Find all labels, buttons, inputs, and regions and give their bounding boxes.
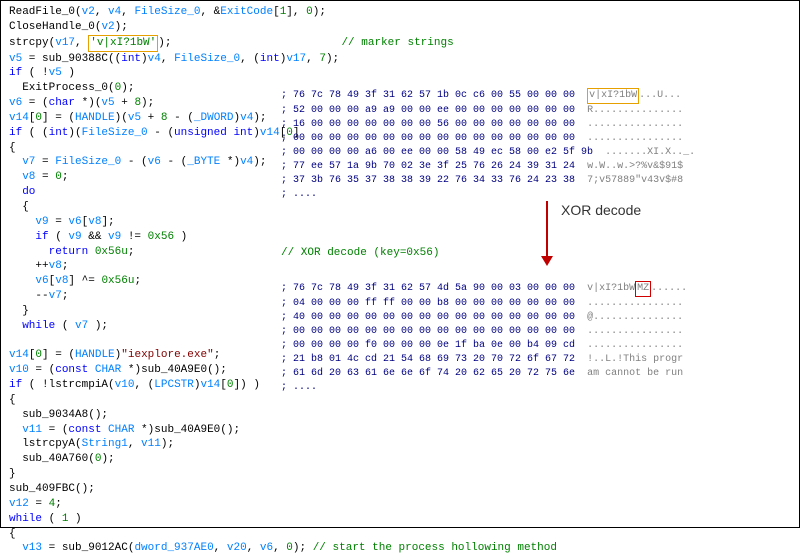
code-line: sub_409FBC(); xyxy=(9,482,791,497)
code-line: { xyxy=(9,393,791,408)
comment-hollowing: // start the process hollowing method xyxy=(306,542,557,554)
code-line: while ( 1 ) xyxy=(9,512,791,527)
marker-string-box: 'v|xI?1bW' xyxy=(88,35,158,52)
marker-hex-box: v|xI?1bW xyxy=(587,88,639,104)
arrow-icon xyxy=(546,201,553,266)
code-line: v11 = (const CHAR *)sub_40A9E0(); xyxy=(9,423,791,438)
hex-dump-after: ; 76 7c 78 49 3f 31 62 57 4d 5a 90 00 03… xyxy=(281,281,687,395)
annotation-xor: XOR decode xyxy=(561,201,641,220)
code-line: ++v8; xyxy=(9,259,791,274)
code-line: lstrcpyA(String1, v11); xyxy=(9,437,791,452)
mz-box: MZ xyxy=(635,281,651,297)
code-line: if ( v9 && v9 != 0x56 ) xyxy=(9,230,791,245)
hex-dump-before: ; 76 7c 78 49 3f 31 62 57 1b 0c c6 00 55… xyxy=(281,88,695,202)
marker-string: 'v|xI?1bW' xyxy=(90,37,156,49)
code-line: strcpy(v17, 'v|xI?1bW');// marker string… xyxy=(9,35,791,52)
code-line: if ( !v5 ) xyxy=(9,66,791,81)
code-line: v12 = 4; xyxy=(9,497,791,512)
code-line: CloseHandle_0(v2); xyxy=(9,20,791,35)
code-line: v5 = sub_90388C((int)v4, FileSize_0, (in… xyxy=(9,52,791,67)
code-line: sub_40A760(0); xyxy=(9,452,791,467)
code-line: v13 = sub_9012AC(dword_937AE0, v20, v6, … xyxy=(9,541,791,556)
code-line: } xyxy=(9,467,791,482)
code-line: { xyxy=(9,527,791,542)
code-line: sub_9034A8(); xyxy=(9,408,791,423)
code-line: v9 = v6[v8]; xyxy=(9,215,791,230)
code-line: { xyxy=(9,200,791,215)
comment-marker: // marker strings xyxy=(341,37,453,49)
comment-xor: // XOR decode (key=0x56) xyxy=(281,246,439,261)
code-line: ReadFile_0(v2, v4, FileSize_0, &ExitCode… xyxy=(9,5,791,20)
